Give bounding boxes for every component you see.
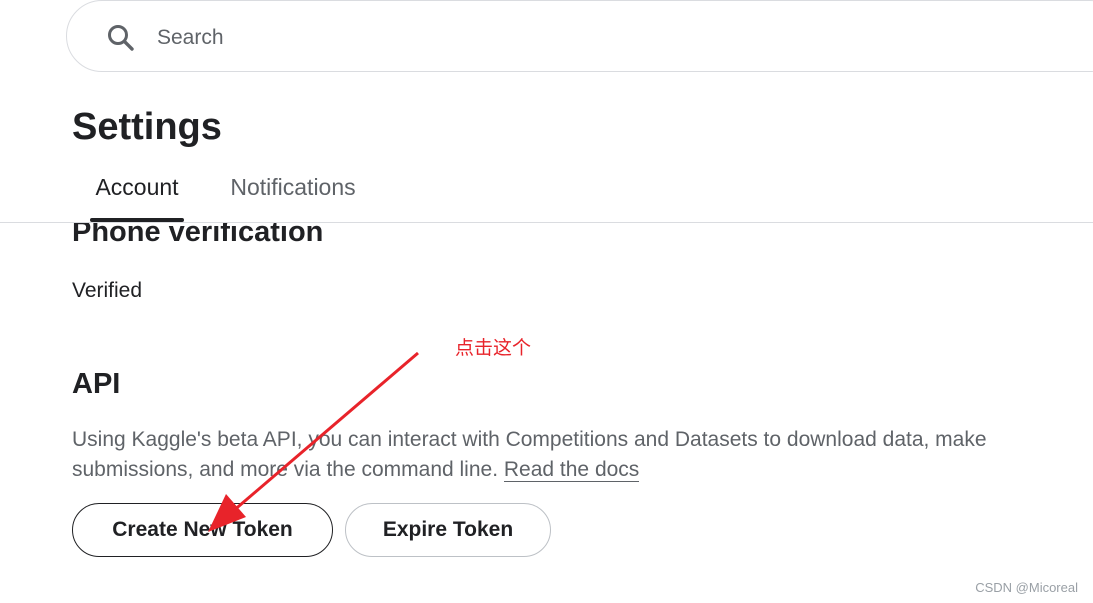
create-new-token-button[interactable]: Create New Token <box>72 503 333 557</box>
expire-token-button[interactable]: Expire Token <box>345 503 551 557</box>
tab-notifications[interactable]: Notifications <box>220 168 366 222</box>
read-the-docs-link[interactable]: Read the docs <box>503 458 640 482</box>
api-description: Using Kaggle's beta API, you can interac… <box>72 425 1072 485</box>
phone-verification-status: Verified <box>72 279 143 302</box>
phone-verification-heading: Phone verification <box>72 223 324 248</box>
watermark: CSDN @Micoreal <box>975 580 1078 595</box>
annotation-label: 点击这个 <box>455 337 532 359</box>
tab-account[interactable]: Account <box>90 168 184 222</box>
api-heading: API <box>72 368 121 400</box>
page-title: Settings <box>72 106 222 148</box>
search-icon[interactable] <box>106 23 136 53</box>
search-input[interactable] <box>157 23 757 53</box>
search-bar[interactable] <box>66 0 1093 72</box>
settings-page: Settings Account Notifications Phone ver… <box>0 0 1093 603</box>
